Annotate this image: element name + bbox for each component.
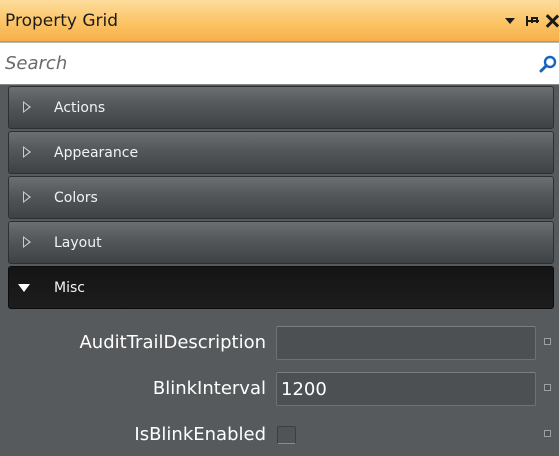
chevron-right-icon [23,146,31,158]
property-name: AuditTrailDescription [79,332,266,353]
property-row-blinkinterval: BlinkInterval 1200 [0,370,559,410]
category-label: Appearance [54,145,139,161]
category-appearance[interactable]: Appearance [8,131,554,174]
category-colors[interactable]: Colors [8,176,554,219]
category-actions[interactable]: Actions [8,86,554,129]
category-label: Actions [54,100,106,116]
category-layout[interactable]: Layout [8,221,554,264]
pin-icon[interactable] [525,14,539,28]
title-controls [505,10,559,32]
chevron-right-icon [23,236,31,248]
search-icon[interactable] [539,55,557,73]
close-icon[interactable] [545,13,559,29]
title-bar: Property Grid [0,0,559,42]
category-list: Actions Appearance Colors Layout Misc [0,86,559,311]
property-value-input[interactable]: 1200 [276,372,536,406]
category-label: Colors [54,190,98,206]
property-name: BlinkInterval [152,378,266,399]
category-label: Misc [54,280,85,296]
search-bar [0,42,559,85]
category-misc[interactable]: Misc [8,266,554,309]
property-row-audittraildescription: AuditTrailDescription [0,324,559,364]
window-title: Property Grid [5,11,119,31]
property-marker-icon[interactable] [544,338,551,345]
property-marker-icon[interactable] [544,430,551,437]
property-name: IsBlinkEnabled [134,424,266,445]
property-value-input[interactable] [276,326,536,360]
property-list: AuditTrailDescription BlinkInterval 1200… [0,313,559,456]
property-row-isblinkenabled: IsBlinkEnabled [0,416,559,456]
property-checkbox[interactable] [277,426,296,444]
chevron-right-icon [23,191,31,203]
property-grid-panel: Property Grid Actions Appearance Colors [0,0,559,456]
category-label: Layout [54,235,102,251]
search-input[interactable] [0,43,530,84]
property-marker-icon[interactable] [544,384,551,391]
chevron-down-icon[interactable] [505,18,515,24]
chevron-right-icon [23,101,31,113]
chevron-down-icon [18,284,30,292]
